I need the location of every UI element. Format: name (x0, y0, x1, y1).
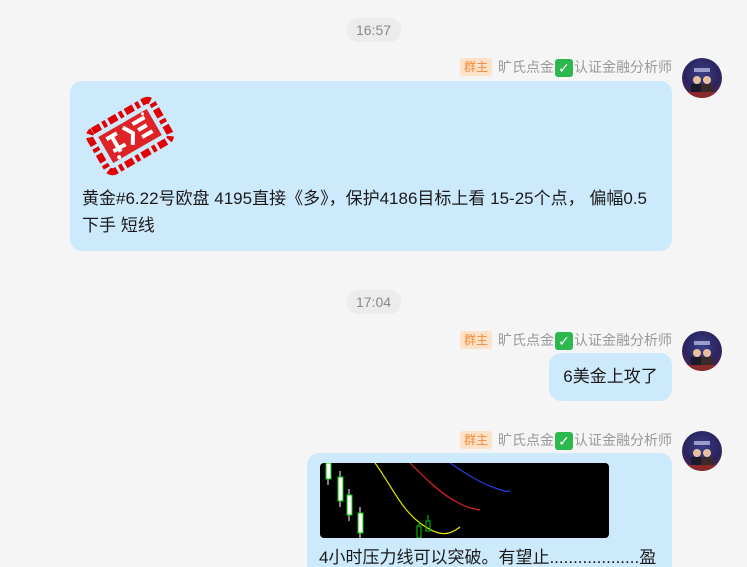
sender-name-suffix: 认证金融分析师 (574, 58, 672, 75)
green-check-box-icon: ✓ (555, 59, 573, 78)
sender-info: 群主 旷氏点金 ✓ 认证金融分析师 (459, 57, 672, 78)
green-check-box-icon: ✓ (555, 332, 573, 351)
message-text: 4小时压力线可以突破。有望止...................盈 (319, 548, 657, 567)
avatar[interactable] (682, 431, 722, 471)
timestamp: 17:04 (345, 290, 402, 314)
message-bubble[interactable]: 4小时压力线可以突破。有望止...................盈 (307, 453, 672, 567)
group-owner-badge: 群主 (459, 431, 492, 449)
candlestick-chart-image[interactable] (320, 463, 609, 538)
chat-window: 16:57 群主 旷氏点金 ✓ 认证金融分析师 黄金#6.22号欧盘 4195直… (0, 0, 747, 567)
timestamp: 16:57 (345, 18, 402, 42)
group-owner-badge: 群主 (459, 58, 492, 76)
sender-name-suffix: 认证金融分析师 (574, 431, 672, 448)
avatar[interactable] (682, 331, 722, 371)
sender-name[interactable]: 旷氏点金 ✓ 认证金融分析师 (498, 330, 672, 351)
message-bubble[interactable]: 6美金上攻了 (549, 353, 672, 401)
sender-name-prefix: 旷氏点金 (498, 331, 554, 348)
message-bubble[interactable]: 黄金#6.22号欧盘 4195直接《多》，保护4186目标上看 15-25个点，… (70, 81, 672, 251)
sender-name-suffix: 认证金融分析师 (574, 331, 672, 348)
red-stamp-image[interactable] (80, 91, 180, 181)
message-text: 黄金#6.22号欧盘 4195直接《多》，保护4186目标上看 15-25个点，… (82, 189, 647, 235)
sender-name-prefix: 旷氏点金 (498, 58, 554, 75)
sender-name[interactable]: 旷氏点金 ✓ 认证金融分析师 (498, 430, 672, 451)
group-owner-badge: 群主 (459, 331, 492, 349)
sender-name-prefix: 旷氏点金 (498, 431, 554, 448)
avatar[interactable] (682, 58, 722, 98)
sender-info: 群主 旷氏点金 ✓ 认证金融分析师 (459, 330, 672, 351)
sender-info: 群主 旷氏点金 ✓ 认证金融分析师 (459, 430, 672, 451)
green-check-box-icon: ✓ (555, 432, 573, 451)
sender-name[interactable]: 旷氏点金 ✓ 认证金融分析师 (498, 57, 672, 78)
message-text: 6美金上攻了 (563, 367, 658, 386)
